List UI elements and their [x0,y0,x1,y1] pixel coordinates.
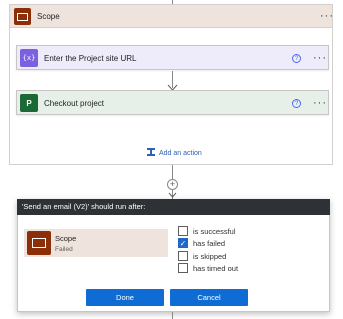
run-after-scope-tile: Scope Failed [24,229,168,257]
cancel-button[interactable]: Cancel [170,289,248,306]
action-card-checkout[interactable]: P Checkout project ? ··· [16,90,329,115]
run-after-header: 'Send an email (V2)' should run after: [17,199,330,215]
label-has-failed: has failed [193,239,226,248]
bottom-connector [172,312,173,319]
checkbox-is-successful[interactable] [178,226,188,236]
action-more-icon[interactable]: ··· [313,98,327,109]
scope-title: Scope [37,12,60,21]
checkbox-has-failed[interactable]: ✓ [178,238,188,248]
checkbox-is-skipped[interactable] [178,251,188,261]
variable-icon: {x} [20,49,38,67]
action-card-enter-url[interactable]: {x} Enter the Project site URL ? ··· [16,45,329,70]
scope-header[interactable]: Scope ··· [9,4,333,28]
action-title: Checkout project [44,99,105,108]
add-action-icon [147,148,155,156]
add-action-link[interactable]: Add an action [159,150,202,157]
action-title: Enter the Project site URL [44,54,137,63]
insert-step-icon[interactable]: + [167,179,178,190]
done-button[interactable]: Done [86,289,164,306]
project-icon: P [20,94,38,112]
scope-icon [27,231,51,255]
help-icon[interactable]: ? [292,99,301,108]
label-is-skipped: is skipped [193,252,227,261]
help-icon[interactable]: ? [292,54,301,63]
checkbox-has-timed-out[interactable] [178,263,188,273]
action-more-icon[interactable]: ··· [313,53,327,64]
arrow-down-icon [168,192,177,198]
label-is-successful: is successful [193,227,236,236]
scope-icon [14,8,31,25]
run-after-scope-title: Scope [55,234,77,243]
label-has-timed-out: has timed out [193,264,239,273]
run-after-scope-status: Failed [55,246,73,253]
scope-more-icon[interactable]: ··· [320,11,334,22]
